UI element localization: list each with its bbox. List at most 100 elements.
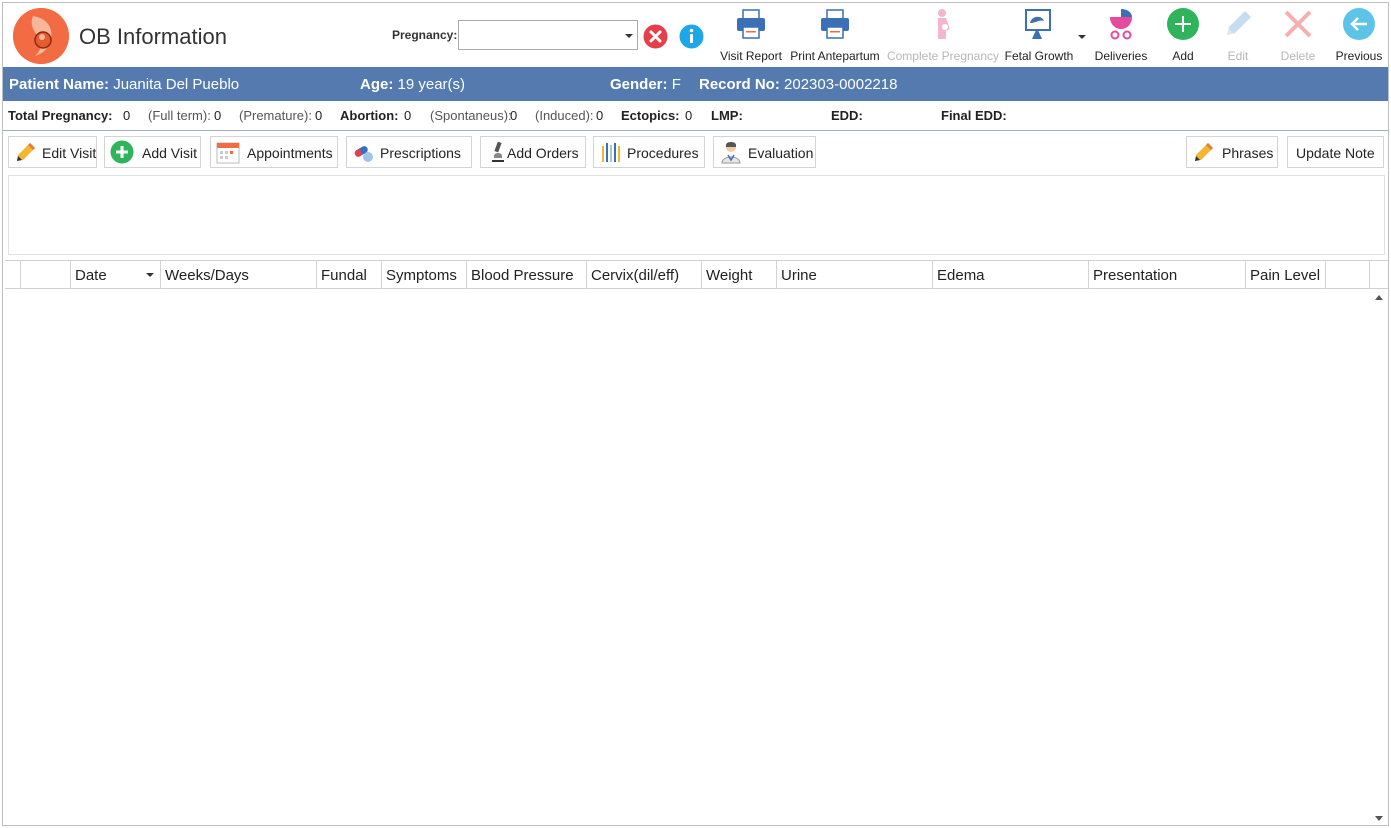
column-header-date[interactable]: Date xyxy=(71,261,161,289)
patient-age: 19 year(s) xyxy=(397,76,466,93)
column-header-pain-level[interactable]: Pain Level xyxy=(1246,261,1326,289)
prescriptions-label: Prescriptions xyxy=(380,145,461,161)
visit-report-button[interactable]: Visit Report xyxy=(717,3,785,67)
add-orders-label: Add Orders xyxy=(507,145,579,161)
previous-button[interactable]: Previous xyxy=(1333,3,1385,67)
complete-pregnancy-label: Complete Pregnancy xyxy=(886,49,1000,63)
note-textarea[interactable] xyxy=(8,175,1385,255)
patient-name: Juanita Del Pueblo xyxy=(113,76,240,93)
fullterm-label: (Full term): xyxy=(148,108,211,123)
chevron-down-icon xyxy=(625,34,633,38)
total-pregnancy-value: 0 xyxy=(123,108,131,123)
column-header-edema[interactable]: Edema xyxy=(933,261,1089,289)
delete-button[interactable]: Delete xyxy=(1273,3,1323,67)
update-note-label: Update Note xyxy=(1296,145,1375,161)
deliveries-button[interactable]: Deliveries xyxy=(1093,3,1149,67)
column-header-date-label: Date xyxy=(75,267,107,284)
column-header-fundal[interactable]: Fundal xyxy=(317,261,382,289)
appointments-label: Appointments xyxy=(247,145,333,161)
scroll-up-icon[interactable] xyxy=(1375,295,1383,300)
add-label: Add xyxy=(1172,49,1194,63)
pregnancy-logo-icon xyxy=(13,8,69,64)
appointments-button[interactable]: Appointments xyxy=(210,136,338,168)
edit-button[interactable]: Edit xyxy=(1215,3,1261,67)
column-header-weeks-days[interactable]: Weeks/Days xyxy=(161,261,317,289)
induced-label: (Induced): xyxy=(535,108,594,123)
add-button[interactable]: Add xyxy=(1159,3,1207,67)
add-orders-button[interactable]: Add Orders xyxy=(480,136,586,168)
delete-label: Delete xyxy=(1280,49,1316,63)
patient-gender: F xyxy=(671,76,681,93)
previous-label: Previous xyxy=(1335,49,1383,63)
arrow-left-circle-icon xyxy=(1343,8,1375,40)
phrases-button[interactable]: Phrases xyxy=(1186,136,1278,168)
info-icon xyxy=(679,24,704,49)
plus-circle-icon xyxy=(1167,8,1199,40)
column-header-presentation[interactable]: Presentation xyxy=(1089,261,1246,289)
pills-icon xyxy=(354,146,373,162)
ectopics-value: 0 xyxy=(685,108,693,123)
pregnancy-stats-row: Total Pregnancy: 0 (Full term): 0 (Prema… xyxy=(3,101,1388,131)
grid-header-select[interactable] xyxy=(21,261,71,289)
print-antepartum-button[interactable]: Print Antepartum xyxy=(787,3,883,67)
evaluation-button[interactable]: Evaluation xyxy=(713,136,816,168)
add-visit-button[interactable]: Add Visit xyxy=(104,136,201,168)
print-antepartum-label: Print Antepartum xyxy=(790,49,880,63)
spontaneus-value: 0 xyxy=(510,108,518,123)
update-note-button[interactable]: Update Note xyxy=(1287,136,1384,168)
procedures-button[interactable]: Procedures xyxy=(593,136,705,168)
final-edd-label: Final EDD: xyxy=(941,108,1007,123)
pencil-icon xyxy=(1195,143,1213,161)
prescriptions-button[interactable]: Prescriptions xyxy=(346,136,472,168)
edit-label: Edit xyxy=(1227,49,1249,63)
procedures-label: Procedures xyxy=(627,145,699,161)
column-header-extra xyxy=(1326,261,1370,289)
printer-icon xyxy=(737,9,765,39)
page-title: OB Information xyxy=(79,24,227,49)
pencil-icon xyxy=(17,143,35,161)
column-header-blood-pressure[interactable]: Blood Pressure xyxy=(467,261,587,289)
fetal-growth-label: Fetal Growth xyxy=(1004,49,1074,63)
sort-dropdown-icon[interactable] xyxy=(146,273,154,277)
column-header-symptoms[interactable]: Symptoms xyxy=(382,261,467,289)
pregnancy-info-button[interactable] xyxy=(679,24,704,49)
delete-x-icon xyxy=(1284,10,1312,38)
visit-report-label: Visit Report xyxy=(720,49,782,63)
gender-label: Gender: xyxy=(610,76,668,93)
baby-carriage-icon xyxy=(1110,9,1132,40)
pregnancy-select[interactable] xyxy=(458,20,638,50)
header: OB Information Pregnancy: Visit Report P… xyxy=(3,3,1388,67)
visits-grid: Date Weeks/Days Fundal Symptoms Blood Pr… xyxy=(5,260,1388,826)
premature-value: 0 xyxy=(315,108,323,123)
scroll-down-icon[interactable] xyxy=(1375,816,1383,821)
column-header-weight[interactable]: Weight xyxy=(702,261,777,289)
patient-info-bar: Patient Name: Juanita Del Pueblo Age: 19… xyxy=(3,67,1388,101)
patient-name-label: Patient Name: xyxy=(9,76,110,93)
pregnant-woman-icon xyxy=(938,9,950,39)
clear-pregnancy-button[interactable] xyxy=(643,24,668,49)
lmp-label: LMP: xyxy=(711,108,743,123)
column-header-urine[interactable]: Urine xyxy=(777,261,933,289)
ob-information-window: OB Information Pregnancy: Visit Report P… xyxy=(2,2,1389,826)
phrases-label: Phrases xyxy=(1222,145,1274,161)
doctor-icon xyxy=(721,142,741,164)
edit-visit-button[interactable]: Edit Visit xyxy=(8,136,97,168)
printer-icon xyxy=(821,9,849,39)
premature-label: (Premature): xyxy=(239,108,312,123)
age-label: Age: xyxy=(360,76,394,93)
evaluation-label: Evaluation xyxy=(748,145,814,161)
record-label: Record No: xyxy=(699,76,780,93)
complete-pregnancy-button[interactable]: Complete Pregnancy xyxy=(885,3,1001,67)
vertical-scrollbar[interactable] xyxy=(1372,291,1386,825)
column-header-cervix[interactable]: Cervix(dil/eff) xyxy=(587,261,702,289)
ultrasound-icon xyxy=(1025,9,1051,39)
fullterm-value: 0 xyxy=(214,108,222,123)
pencil-icon xyxy=(1227,11,1251,35)
fetal-growth-button[interactable]: Fetal Growth xyxy=(1003,3,1075,67)
plus-circle-icon xyxy=(110,140,134,164)
close-circle-icon xyxy=(643,24,668,49)
abortion-label: Abortion: xyxy=(340,108,399,123)
add-visit-label: Add Visit xyxy=(142,145,197,161)
spontaneus-label: (Spontaneus): xyxy=(430,108,512,123)
fetal-growth-dropdown-icon[interactable] xyxy=(1078,35,1086,39)
